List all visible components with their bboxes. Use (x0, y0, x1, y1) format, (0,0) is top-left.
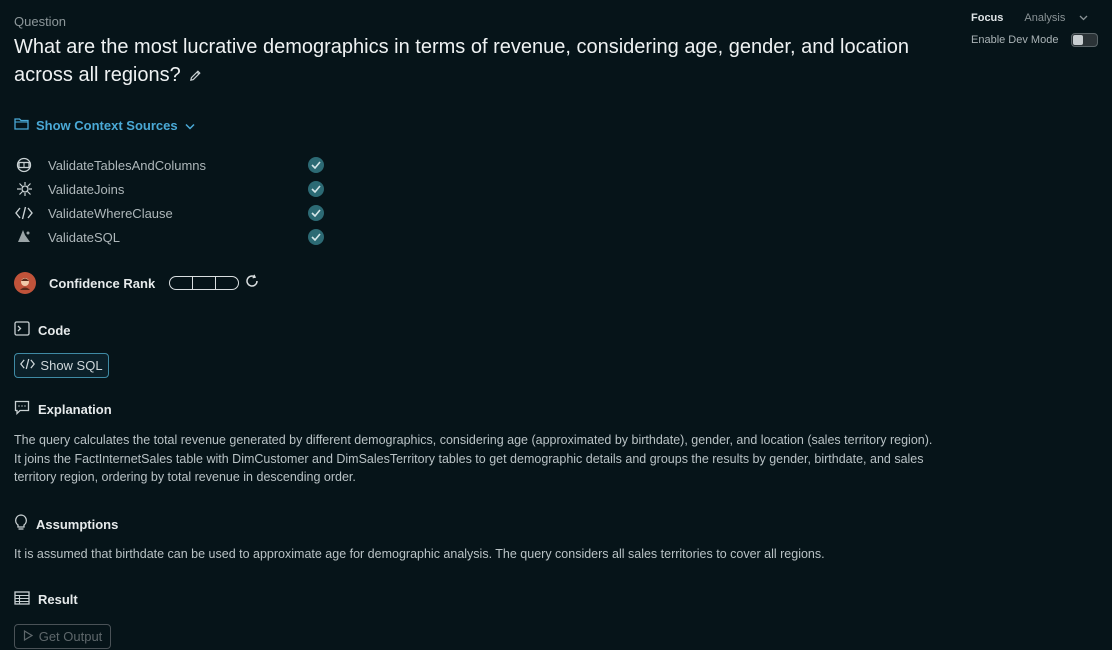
mode-analysis-option[interactable]: Analysis (1024, 12, 1065, 24)
question-label: Question (14, 14, 67, 29)
dev-mode-label: Enable Dev Mode (971, 34, 1059, 46)
explanation-section-title: Explanation (38, 401, 112, 417)
show-sql-label: Show SQL (40, 358, 103, 373)
lightbulb-icon (14, 514, 28, 534)
show-context-sources-button[interactable]: Show Context Sources (14, 117, 195, 133)
get-output-button[interactable]: Get Output (14, 624, 111, 649)
explanation-section-header: Explanation (14, 400, 112, 418)
validation-name: ValidateWhereClause (48, 205, 173, 221)
assumptions-section-title: Assumptions (36, 516, 119, 532)
confidence-segment (170, 277, 194, 289)
confidence-rank: Confidence Rank (14, 272, 259, 294)
top-right-controls: Focus Analysis Enable Dev Mode (971, 10, 1101, 47)
validation-list: ValidateTablesAndColumns ValidateJoins V… (14, 153, 324, 249)
question-text-content: What are the most lucrative demographics… (14, 36, 909, 86)
confidence-rank-label: Confidence Rank (49, 275, 156, 291)
validation-row: ValidateTablesAndColumns (14, 153, 324, 177)
check-icon (308, 205, 324, 221)
validation-row: ValidateSQL (14, 225, 324, 249)
code-section-header: Code (14, 321, 71, 339)
dev-mode-row: Enable Dev Mode (971, 33, 1101, 47)
code-icon (20, 358, 36, 373)
play-icon (23, 629, 33, 644)
show-sql-button[interactable]: Show SQL (14, 353, 109, 378)
chevron-down-icon (185, 118, 195, 133)
show-context-sources-label: Show Context Sources (36, 117, 178, 133)
result-section-header: Result (14, 591, 78, 608)
validation-name: ValidateSQL (48, 229, 121, 245)
validation-name: ValidateJoins (48, 181, 125, 197)
mode-focus-option[interactable]: Focus (971, 12, 1003, 24)
terminal-icon (14, 321, 30, 339)
folder-icon (14, 117, 29, 133)
assumptions-section-header: Assumptions (14, 514, 118, 534)
question-text: What are the most lucrative demographics… (14, 33, 934, 90)
check-icon (308, 229, 324, 245)
confidence-bar (169, 276, 240, 290)
sql-icon (14, 227, 34, 247)
explanation-text: The query calculates the total revenue g… (14, 433, 933, 484)
check-icon (308, 157, 324, 173)
refresh-icon[interactable] (245, 274, 259, 293)
chevron-down-icon[interactable] (1079, 12, 1088, 24)
code-icon (14, 203, 34, 223)
avatar (14, 272, 36, 294)
edit-pencil-icon[interactable] (189, 62, 202, 90)
validation-row: ValidateWhereClause (14, 201, 324, 225)
code-section-title: Code (38, 322, 71, 338)
comment-icon (14, 400, 30, 418)
result-section-title: Result (38, 592, 78, 607)
assumptions-text: It is assumed that birthdate can be used… (14, 547, 825, 561)
toggle-knob (1073, 35, 1084, 45)
validation-name: ValidateTablesAndColumns (48, 157, 207, 173)
confidence-segment (193, 277, 217, 289)
tables-icon (14, 155, 34, 175)
confidence-segment (216, 277, 238, 289)
dev-mode-toggle[interactable] (1071, 33, 1099, 47)
get-output-label: Get Output (38, 629, 103, 644)
table-icon (14, 591, 30, 608)
joins-icon (14, 179, 34, 199)
validation-row: ValidateJoins (14, 177, 324, 201)
check-icon (308, 181, 324, 197)
mode-selector[interactable]: Focus Analysis (971, 10, 1101, 26)
